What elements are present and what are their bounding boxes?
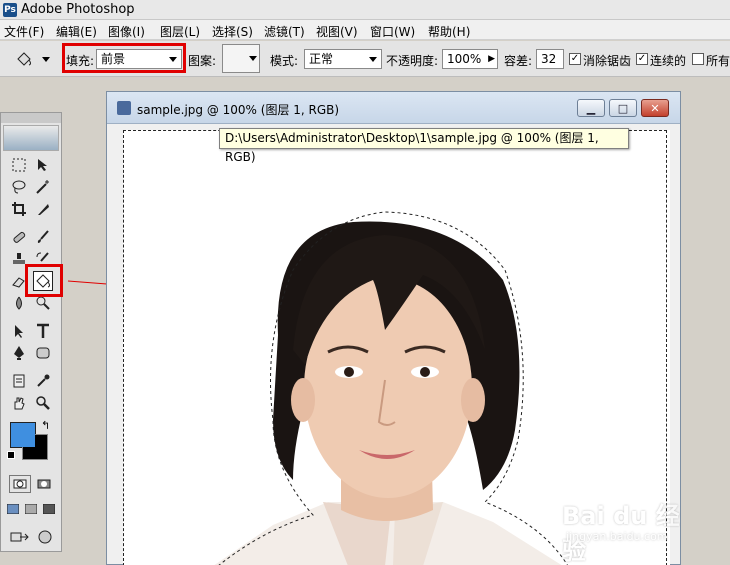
tolerance-value: 32 <box>541 52 557 66</box>
preset-dropdown-icon[interactable] <box>42 57 50 62</box>
close-button[interactable]: ✕ <box>641 99 669 117</box>
fill-highlight-box <box>62 43 186 73</box>
document-title: sample.jpg @ 100% (图层 1, RGB) <box>137 103 340 117</box>
tool-highlight-box <box>25 264 63 297</box>
document-path-tooltip: D:\Users\Administrator\Desktop\1\sample.… <box>219 128 629 164</box>
pattern-label: 图案: <box>188 54 217 68</box>
antialias-label: 消除锯齿 <box>583 54 632 68</box>
brush-icon[interactable] <box>33 227 53 247</box>
mode-select[interactable]: 正常 <box>304 49 382 69</box>
menu-view[interactable]: 视图(V) <box>316 23 358 40</box>
tolerance-label: 容差: <box>504 54 533 68</box>
minimize-button[interactable]: ▁ <box>577 99 605 117</box>
foreground-color-fill <box>11 423 35 447</box>
menu-filter[interactable]: 滤镜(T) <box>264 23 305 40</box>
antialias-checkbox[interactable]: ✓ <box>569 53 581 65</box>
menu-help[interactable]: 帮助(H) <box>428 23 470 40</box>
screen-mode-full-icon[interactable] <box>41 501 57 517</box>
shape-icon[interactable] <box>33 343 53 363</box>
zoom-icon[interactable] <box>33 393 53 413</box>
menu-layer[interactable]: 图层(L) <box>160 23 200 40</box>
path-select-icon[interactable] <box>9 321 29 341</box>
opacity-input[interactable]: 100% ▶ <box>442 49 498 69</box>
magic-wand-icon[interactable] <box>33 177 53 197</box>
paint-bucket-preset-icon[interactable] <box>14 49 34 69</box>
mode-dropdown-icon <box>369 57 377 62</box>
pen-icon[interactable] <box>9 343 29 363</box>
screen-mode-full-menu-icon[interactable] <box>23 501 39 517</box>
contiguous-checkbox[interactable]: ✓ <box>636 53 648 65</box>
all-layers-label: 所有 <box>706 54 730 68</box>
toolbox-panel: ↰ <box>0 112 62 552</box>
type-icon[interactable] <box>33 321 53 341</box>
toolbox-logo[interactable] <box>3 125 59 151</box>
move-icon[interactable] <box>33 155 53 175</box>
marquee-icon[interactable] <box>9 155 29 175</box>
slice-icon[interactable] <box>33 199 53 219</box>
opacity-label: 不透明度: <box>386 54 439 68</box>
menu-window[interactable]: 窗口(W) <box>370 23 415 40</box>
contiguous-label: 连续的 <box>650 54 687 68</box>
pattern-picker[interactable] <box>222 44 260 73</box>
document-icon <box>117 101 131 115</box>
pattern-dropdown-icon <box>249 56 257 61</box>
quick-mask-icon[interactable] <box>33 475 55 493</box>
opacity-value: 100% <box>447 52 482 66</box>
mode-select-value: 正常 <box>309 52 334 66</box>
menu-edit[interactable]: 编辑(E) <box>56 23 97 40</box>
menu-image[interactable]: 图像(I) <box>108 23 145 40</box>
mode-label: 模式: <box>270 54 299 68</box>
jump-to-imageready-icon[interactable] <box>9 527 31 547</box>
maximize-button[interactable]: □ <box>609 99 637 117</box>
baidu-watermark: Bai du 经验 jingyan.baidu.com <box>556 492 696 565</box>
default-colors-icon[interactable] <box>7 451 15 459</box>
menu-bar: 文件(F) 编辑(E) 图像(I) 图层(L) 选择(S) 滤镜(T) 视图(V… <box>0 20 730 40</box>
photoshop-app-icon: Ps <box>3 3 17 17</box>
all-layers-checkbox[interactable] <box>692 53 704 65</box>
watermark-url: jingyan.baidu.com <box>566 530 668 543</box>
tolerance-input[interactable]: 32 <box>536 49 564 69</box>
document-title-bar[interactable]: sample.jpg @ 100% (图层 1, RGB) ▁ □ ✕ <box>107 92 680 124</box>
app-title: Adobe Photoshop <box>21 2 135 17</box>
imageready-icon[interactable] <box>35 527 55 547</box>
opacity-slider-arrow-icon[interactable]: ▶ <box>488 50 495 68</box>
healing-icon[interactable] <box>9 227 29 247</box>
standard-mode-icon[interactable] <box>9 475 31 493</box>
title-bar: Ps Adobe Photoshop <box>0 0 730 20</box>
notes-icon[interactable] <box>9 371 29 391</box>
menu-file[interactable]: 文件(F) <box>4 23 44 40</box>
screen-mode-standard-icon[interactable] <box>5 501 21 517</box>
swap-colors-icon[interactable]: ↰ <box>41 419 50 432</box>
lasso-icon[interactable] <box>9 177 29 197</box>
hand-icon[interactable] <box>9 393 29 413</box>
menu-select[interactable]: 选择(S) <box>212 23 253 40</box>
crop-icon[interactable] <box>9 199 29 219</box>
eyedropper-icon[interactable] <box>33 371 53 391</box>
toolbox-header <box>1 113 61 123</box>
